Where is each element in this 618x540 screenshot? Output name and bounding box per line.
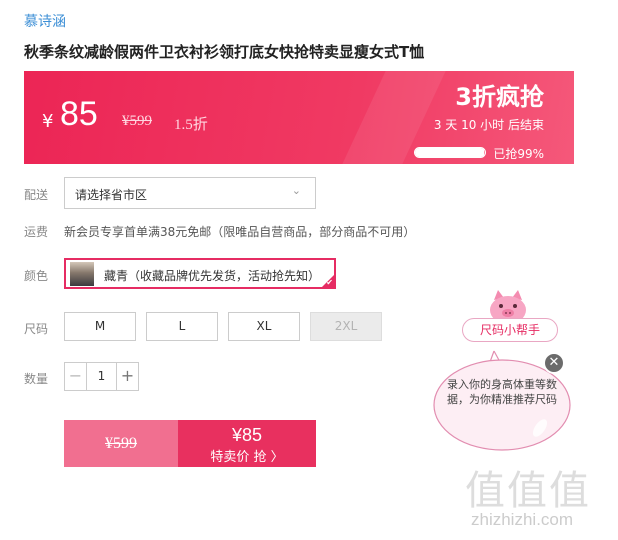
discount-label: 1.5折 <box>174 117 208 133</box>
brand-name[interactable]: 慕诗涵 <box>24 11 66 31</box>
promo-title: 3折疯抢 <box>455 83 544 111</box>
decrement-button[interactable]: − <box>65 363 87 390</box>
size-helper-button[interactable]: 尺码小帮手 <box>462 318 558 342</box>
countdown-timer: 3 天 10 小时 后结束 <box>433 118 544 132</box>
current-price: 85 <box>60 95 98 133</box>
sold-percent: 已抢99% <box>493 147 544 161</box>
shipping-label: 配送 <box>24 188 49 202</box>
sold-progress-bar <box>414 147 486 158</box>
size-option-m[interactable]: M <box>64 312 136 341</box>
size-helper-text: 录入你的身高体重等数据，为你精准推荐尺码 <box>447 378 557 406</box>
shipping-fee-text: 新会员专享首单满38元免邮（限唯品自营商品，部分商品不可用） <box>64 225 416 239</box>
color-option-label: 藏青（收藏品牌优先发货，活动抢先知） <box>104 269 321 283</box>
region-select[interactable]: 请选择省市区 ⌄ <box>64 177 316 209</box>
currency-symbol: ¥ <box>42 111 54 132</box>
buy-original-price: ¥599 <box>64 420 178 467</box>
buy-price: ¥85 <box>231 425 263 445</box>
color-label: 颜色 <box>24 269 49 283</box>
close-icon[interactable]: ✕ <box>543 352 565 374</box>
color-thumbnail <box>70 262 94 286</box>
size-label: 尺码 <box>24 322 49 336</box>
product-title: 秋季条纹减龄假两件卫衣衬衫领打底女快抢特卖显瘦女式T恤 <box>24 43 425 61</box>
watermark-text: zhizhizhi.com <box>471 510 574 529</box>
buy-cta-label: 特卖价 抢 〉 <box>210 450 284 465</box>
increment-button[interactable]: + <box>116 363 138 390</box>
shipping-fee-label: 运费 <box>24 225 49 239</box>
original-price: ¥599 <box>122 113 152 129</box>
quantity-input[interactable]: 1 <box>87 363 116 390</box>
size-option-xl[interactable]: XL <box>228 312 300 341</box>
watermark-logo: 值值值 <box>465 468 591 514</box>
quantity-stepper: − 1 + <box>64 362 139 391</box>
checkmark-icon: ✔ <box>326 278 333 287</box>
size-option-l[interactable]: L <box>146 312 218 341</box>
chevron-down-icon: ⌄ <box>291 184 301 197</box>
buy-now-button[interactable]: ¥85 特卖价 抢 〉 <box>178 420 316 467</box>
size-option-2xl: 2XL <box>310 312 382 341</box>
sold-progress-fill <box>415 148 485 157</box>
quantity-label: 数量 <box>24 372 49 386</box>
price-banner: ¥ 85 ¥599 1.5折 3折疯抢 3 天 10 小时 后结束 已抢99% <box>24 71 574 164</box>
color-option-selected[interactable]: 藏青（收藏品牌优先发货，活动抢先知） ✔ <box>64 258 336 289</box>
region-select-value: 请选择省市区 <box>75 188 148 202</box>
buy-button-group[interactable]: ¥599 ¥85 特卖价 抢 〉 <box>64 420 316 467</box>
